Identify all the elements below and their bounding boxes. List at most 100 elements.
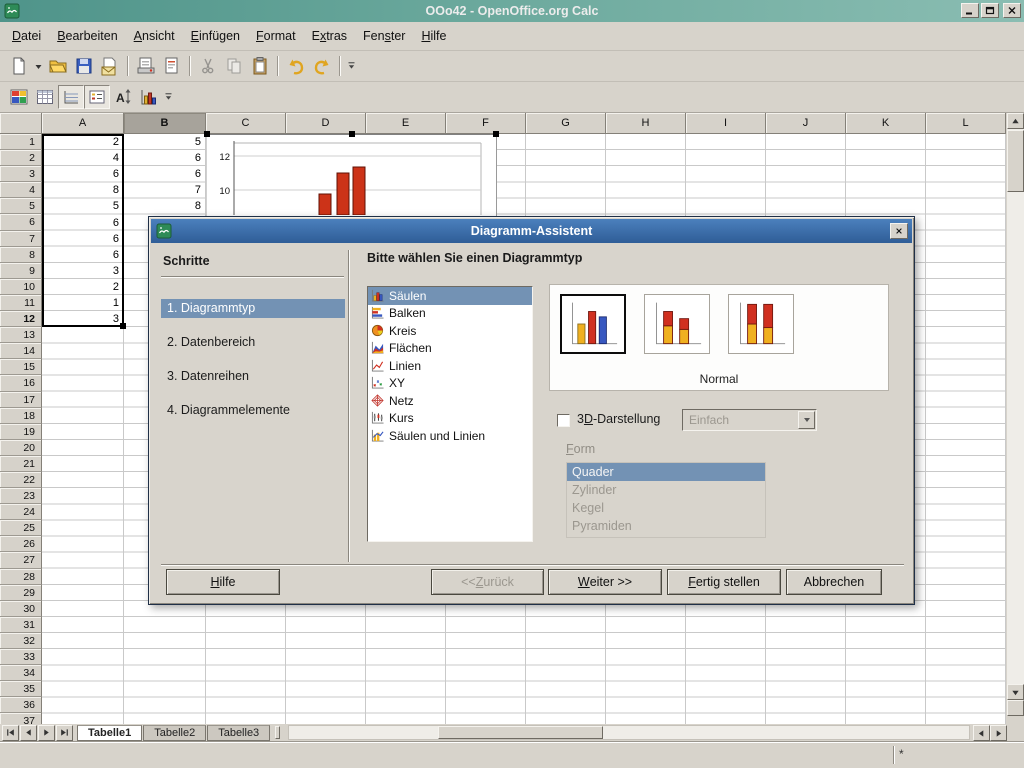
chart-type-balken[interactable]: Balken [368,305,532,323]
form-option-kegel[interactable]: Kegel [567,499,765,517]
new-document-dropdown[interactable] [32,54,45,78]
horizontal-scrollbar[interactable] [288,725,970,740]
column-header-c[interactable]: C [206,113,286,134]
chart-resize-handle[interactable] [349,131,355,137]
dialog-title-bar[interactable]: Diagramm-Assistent [151,219,912,243]
menu-item-datei[interactable]: Datei [4,26,49,46]
new-document-button[interactable] [6,54,32,78]
form-option-quader[interactable]: Quader [567,463,765,481]
column-header-i[interactable]: I [686,113,766,134]
row-header-29[interactable]: 29 [0,584,42,601]
menu-item-bearbeiten[interactable]: Bearbeiten [49,26,125,46]
next-button[interactable]: Weiter >> [548,569,662,595]
vertical-scrollbar[interactable] [1007,113,1024,716]
cell-a2[interactable]: 4 [42,150,119,166]
row-header-22[interactable]: 22 [0,471,42,489]
row-header-3[interactable]: 3 [0,166,42,183]
scroll-up-button[interactable] [1007,113,1024,129]
selection-fill-handle[interactable] [120,323,126,329]
wizard-step-2[interactable]: 2. Datenbereich [161,333,345,352]
row-header-24[interactable]: 24 [0,504,42,521]
cell-a4[interactable]: 8 [42,182,119,198]
horizontal-scroll-thumb[interactable] [438,726,603,739]
cell-b4[interactable]: 7 [124,182,201,198]
row-header-1[interactable]: 1 [0,134,42,151]
dialog-close-button[interactable] [890,223,908,239]
row-header-33[interactable]: 33 [0,649,42,666]
embedded-chart-object[interactable]: 12 10 [204,131,499,216]
row-header-10[interactable]: 10 [0,278,42,295]
cell-a3[interactable]: 6 [42,166,119,182]
open-button[interactable] [45,54,71,78]
maximize-button[interactable] [981,3,999,18]
chart-resize-handle[interactable] [204,131,210,137]
row-header-20[interactable]: 20 [0,439,42,456]
cell-a10[interactable]: 2 [42,279,119,295]
column-header-f[interactable]: F [446,113,526,134]
menu-item-format[interactable]: Format [248,26,304,46]
cell-b2[interactable]: 6 [124,150,201,166]
3d-look-dropdown[interactable]: Einfach [682,409,817,431]
cell-a8[interactable]: 6 [42,247,119,263]
previous-sheet-button[interactable] [20,724,37,741]
cut-button[interactable] [195,54,221,78]
row-header-26[interactable]: 26 [0,536,42,553]
chart-data-table-button[interactable] [32,85,58,109]
next-sheet-button[interactable] [38,724,55,741]
row-header-25[interactable]: 25 [0,520,42,537]
row-header-9[interactable]: 9 [0,262,42,279]
redo-button[interactable] [309,54,335,78]
row-header-6[interactable]: 6 [0,214,42,231]
column-header-j[interactable]: J [766,113,846,134]
last-sheet-button[interactable] [56,724,73,741]
cell-a1[interactable]: 2 [42,134,119,150]
cell-a7[interactable]: 6 [42,231,119,247]
toolbar-options-button[interactable] [162,85,175,109]
vertical-split-button[interactable] [1007,700,1024,716]
wizard-step-4[interactable]: 4. Diagrammelemente [161,401,345,420]
chart-type-s-ulen-und-linien[interactable]: Säulen und Linien [368,427,532,445]
scroll-down-button[interactable] [1007,684,1024,700]
paste-button[interactable] [247,54,273,78]
chart-type-kreis[interactable]: Kreis [368,322,532,340]
subtype-stacked[interactable] [644,294,710,354]
row-header-13[interactable]: 13 [0,327,42,344]
first-sheet-button[interactable] [2,724,19,741]
undo-button[interactable] [283,54,309,78]
sheet-tab-tabelle3[interactable]: Tabelle3 [207,724,271,741]
cell-b1[interactable]: 5 [124,134,201,150]
cell-a6[interactable]: 6 [42,215,119,231]
column-header-g[interactable]: G [526,113,606,134]
cell-a11[interactable]: 1 [42,295,119,311]
row-header-21[interactable]: 21 [0,455,42,472]
column-header-k[interactable]: K [846,113,926,134]
row-header-27[interactable]: 27 [0,552,42,569]
row-header-34[interactable]: 34 [0,665,42,682]
chart-type-linien[interactable]: Linien [368,357,532,375]
row-header-18[interactable]: 18 [0,407,42,424]
wizard-step-1[interactable]: 1. Diagrammtyp [161,299,345,318]
scroll-right-button[interactable] [990,725,1007,741]
sheet-tab-tabelle1[interactable]: Tabelle1 [77,724,143,741]
row-header-14[interactable]: 14 [0,343,42,360]
menu-item-extras[interactable]: Extras [304,26,355,46]
wizard-step-3[interactable]: 3. Datenreihen [161,367,345,386]
close-button[interactable] [1003,3,1021,18]
chart-type-netz[interactable]: Netz [368,392,532,410]
menu-item-fenster[interactable]: Fenster [355,26,413,46]
3d-checkbox[interactable] [557,414,570,427]
row-header-17[interactable]: 17 [0,391,42,408]
menu-item-hilfe[interactable]: Hilfe [413,26,454,46]
toolbar-options-button[interactable] [345,54,358,78]
horizontal-grids-button[interactable] [58,85,84,109]
row-header-37[interactable]: 37 [0,713,42,724]
cell-a5[interactable]: 5 [42,198,119,214]
chart-type-xy[interactable]: XY [368,375,532,393]
column-header-l[interactable]: L [926,113,1006,134]
chart-resize-handle[interactable] [493,131,499,137]
chart-type-kurs[interactable]: Kurs [368,410,532,428]
save-button[interactable] [71,54,97,78]
row-header-23[interactable]: 23 [0,488,42,505]
row-header-8[interactable]: 8 [0,246,42,263]
cell-b3[interactable]: 6 [124,166,201,182]
